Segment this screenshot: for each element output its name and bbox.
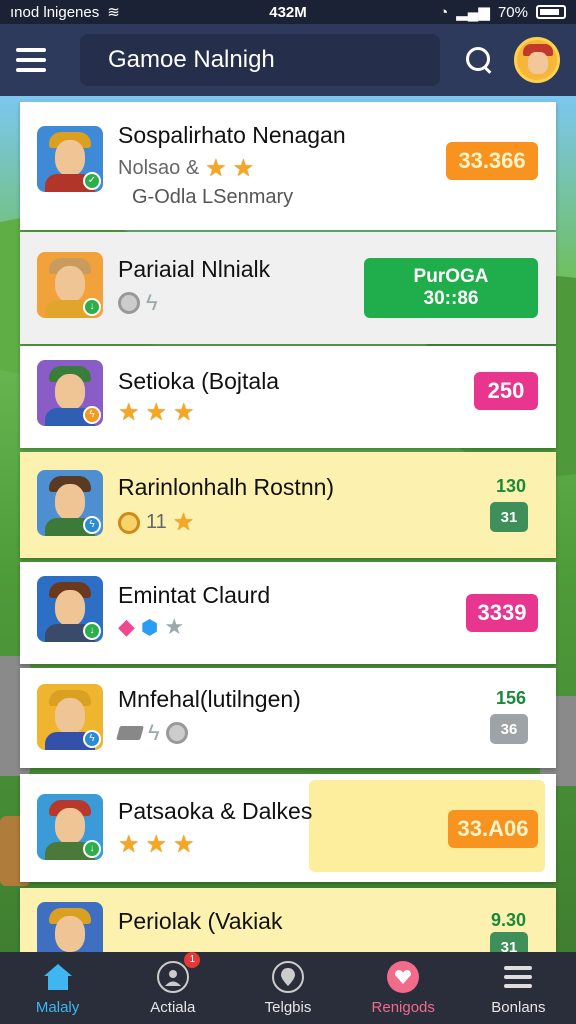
check-badge-icon: ↓ bbox=[83, 622, 101, 640]
coin-icon bbox=[118, 292, 140, 314]
star-icon: ★ bbox=[118, 831, 140, 858]
nav-item-location[interactable]: Telgbis bbox=[230, 952, 345, 1024]
score-value: 156 bbox=[495, 688, 526, 708]
game-thumbnail bbox=[37, 902, 103, 952]
bolt-badge-icon: ϟ bbox=[83, 516, 101, 534]
check-badge-icon: ↓ bbox=[83, 298, 101, 316]
game-thumbnail: ✓ bbox=[37, 126, 103, 192]
star-icon: ★ bbox=[118, 399, 140, 426]
item-title: Rarinlonhalh Rostnn) bbox=[118, 474, 335, 500]
bolt-badge-icon: ϟ bbox=[83, 406, 101, 424]
list-item[interactable]: ↓ Patsaoka & Dalkes ★ ★ ★ 33.A06 bbox=[20, 774, 556, 882]
list-item[interactable]: Periolak (Vakiak 9.30 31 bbox=[20, 888, 556, 952]
game-thumbnail: ϟ bbox=[37, 360, 103, 426]
score-button[interactable]: 33.366 bbox=[446, 142, 538, 180]
level-badge[interactable]: 31 bbox=[490, 932, 528, 952]
star-icon: ★ bbox=[145, 399, 168, 426]
list-item[interactable]: ↓ Emintat Claurd ◆ ⬢ ★ 3339 bbox=[20, 562, 556, 664]
avatar[interactable] bbox=[514, 37, 560, 83]
score-button[interactable]: 250 bbox=[474, 372, 538, 410]
item-title: Setioka (Bojtala bbox=[118, 368, 280, 394]
nav-label: Malaly bbox=[35, 998, 80, 1016]
home-icon bbox=[42, 961, 74, 993]
game-thumbnail: ↓ bbox=[37, 576, 103, 642]
game-thumbnail: ↓ bbox=[37, 252, 103, 318]
star-icon: ★ bbox=[173, 399, 195, 426]
star-icon: ★ bbox=[172, 509, 195, 536]
notification-badge: 1 bbox=[184, 952, 201, 968]
item-description: G-Odla LSenmary bbox=[132, 186, 294, 208]
status-bar: ınod lnigenes ≋ 432M ◔ ▂▄▆ 70% bbox=[0, 0, 576, 24]
hamburger-icon[interactable] bbox=[16, 48, 46, 72]
star-icon: ★ bbox=[232, 155, 255, 182]
item-title: Mnfehal(lutilngen) bbox=[118, 686, 301, 712]
score-button[interactable]: 3339 bbox=[466, 594, 538, 632]
star-icon: ★ bbox=[145, 831, 168, 858]
battery-percent: 70% bbox=[497, 3, 528, 21]
list-item[interactable]: ↓ Pariaial Nlnialk ϟ PurOGA 30::86 bbox=[20, 232, 556, 344]
play-button-timer: 30::86 bbox=[423, 288, 479, 309]
gem-grey-icon bbox=[165, 722, 188, 744]
signal-icon: ▂▄▆ bbox=[456, 4, 490, 21]
gem-icon: ◆ bbox=[118, 614, 135, 639]
shield-icon: ⬢ bbox=[140, 616, 159, 639]
item-title: Emintat Claurd bbox=[118, 582, 271, 608]
game-thumbnail: ϟ bbox=[37, 470, 103, 536]
bolt-badge-icon: ϟ bbox=[83, 730, 101, 748]
lightning-icon: ϟ bbox=[148, 720, 160, 745]
star-icon: ★ bbox=[205, 155, 227, 182]
game-thumbnail: ϟ bbox=[37, 684, 103, 750]
ingot-icon bbox=[116, 726, 144, 740]
star-outline-icon: ★ bbox=[164, 614, 185, 639]
check-badge-icon: ✓ bbox=[83, 172, 101, 190]
nav-label: Bonlans bbox=[491, 998, 546, 1016]
score-value: 9.30 bbox=[490, 910, 526, 930]
list-item[interactable]: ✓ Sospalirhato Nenagan Nolsao & ★ ★ G-Od… bbox=[20, 102, 556, 230]
list-item[interactable]: ϟ Rarinlonhalh Rostnn) 11 ★ 130 31 bbox=[20, 452, 556, 558]
app-header: Gamoe Nalnigh bbox=[0, 24, 576, 96]
game-thumbnail: ↓ bbox=[37, 794, 103, 860]
item-title: Patsaoka & Dalkes bbox=[118, 798, 313, 824]
battery-icon bbox=[536, 5, 566, 19]
play-button-label: PurOGA bbox=[413, 266, 489, 287]
score-value: 130 bbox=[495, 476, 526, 496]
lightning-icon: ϟ bbox=[146, 290, 158, 315]
item-title: Sospalirhato Nenagan bbox=[118, 122, 346, 148]
star-icon: ★ bbox=[173, 831, 195, 858]
rewards-icon bbox=[387, 960, 420, 993]
nav-item-friends[interactable]: 1 Actiala bbox=[115, 952, 230, 1024]
nav-item-rewards[interactable]: Renigods bbox=[346, 952, 461, 1024]
play-button[interactable]: PurOGA 30::86 bbox=[364, 258, 538, 318]
friends-icon bbox=[156, 960, 189, 993]
score-button[interactable]: 33.A06 bbox=[448, 810, 538, 848]
level-badge[interactable]: 31 bbox=[490, 502, 528, 532]
nav-item-home[interactable]: Malaly bbox=[0, 952, 115, 1024]
coin-icon bbox=[118, 511, 140, 534]
page-title: Gamoe Nalnigh bbox=[80, 34, 440, 86]
nav-item-menu[interactable]: Bonlans bbox=[461, 952, 576, 1024]
level-badge[interactable]: 36 bbox=[490, 714, 528, 744]
check-badge-icon: ↓ bbox=[83, 840, 101, 858]
nav-label: Telgbis bbox=[264, 998, 312, 1016]
item-title: Pariaial Nlnialk bbox=[118, 256, 271, 282]
list-item[interactable]: ϟ Setioka (Bojtala ★ ★ ★ 250 bbox=[20, 346, 556, 448]
list-item[interactable]: ϟ Mnfehal(lutilngen) ϟ 156 36 bbox=[20, 668, 556, 768]
sync-icon: ◔ bbox=[439, 3, 449, 21]
bottom-navigation: Malaly 1 Actiala Telgbis Renigods Bonlan… bbox=[0, 952, 576, 1024]
coin-count: 11 bbox=[146, 511, 167, 533]
menu-icon bbox=[502, 961, 534, 993]
item-subtitle: Nolsao & bbox=[118, 157, 200, 179]
nav-label: Renigods bbox=[371, 998, 435, 1016]
search-icon[interactable] bbox=[462, 43, 496, 77]
location-icon bbox=[272, 960, 304, 993]
item-title: Periolak (Vakiak bbox=[118, 908, 283, 934]
nav-label: Actiala bbox=[150, 998, 196, 1016]
